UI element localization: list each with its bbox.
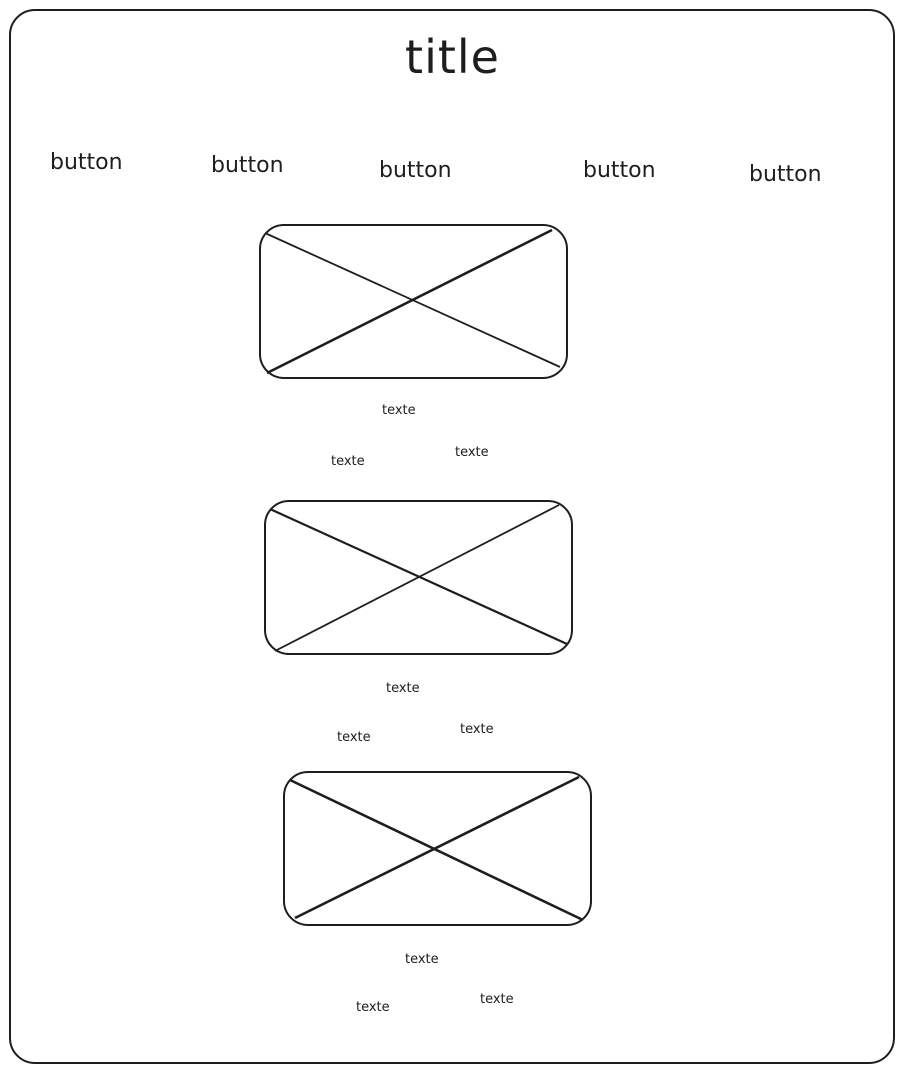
nav-button-4[interactable]: button [583, 160, 656, 182]
nav-button-2[interactable]: button [211, 155, 284, 177]
card-3-text-1: texte [405, 952, 439, 967]
card-2-text-1: texte [386, 681, 420, 696]
nav-button-1[interactable]: button [50, 152, 123, 174]
image-placeholder-2 [264, 500, 573, 655]
card-1-text-1: texte [382, 403, 416, 418]
image-placeholder-3 [283, 771, 592, 926]
card-3-text-2: texte [356, 1000, 390, 1015]
page-title: title [405, 30, 500, 84]
image-placeholder-1 [259, 224, 568, 379]
card-1-text-3: texte [455, 445, 489, 460]
nav-button-3[interactable]: button [379, 160, 452, 182]
card-3-text-3: texte [480, 992, 514, 1007]
card-2-text-2: texte [337, 730, 371, 745]
card-2-text-3: texte [460, 722, 494, 737]
nav-button-5[interactable]: button [749, 164, 822, 186]
card-1-text-2: texte [331, 454, 365, 469]
